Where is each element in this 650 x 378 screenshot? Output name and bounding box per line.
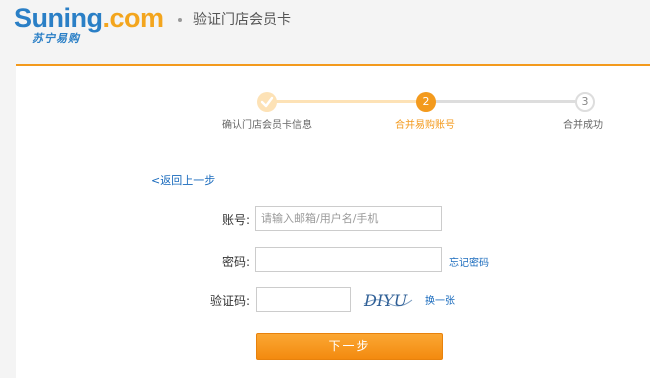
progress-line-completed xyxy=(267,100,425,103)
step-1-check-icon xyxy=(257,92,277,112)
captcha-text: DIYU xyxy=(363,291,408,310)
logo-com: .com xyxy=(102,3,164,33)
step-2-label: 合并易购账号 xyxy=(395,120,455,131)
back-link[interactable]: <返回上一步 xyxy=(151,172,215,188)
logo-main: Suning xyxy=(14,3,103,33)
progress-line-pending xyxy=(425,100,585,103)
account-input[interactable] xyxy=(255,206,442,231)
captcha-input[interactable] xyxy=(256,287,351,312)
suning-logo[interactable]: Suning.com 苏宁易购 xyxy=(14,3,184,45)
account-label: 账号: xyxy=(221,213,250,227)
logo-subtitle: 苏宁易购 xyxy=(32,32,80,45)
captcha-label: 验证码: xyxy=(209,294,250,308)
step-3-label: 合并成功 xyxy=(563,120,603,131)
page-title: 验证门店会员卡 xyxy=(193,12,291,28)
step-3-number: 3 xyxy=(575,92,595,112)
password-label: 密码: xyxy=(221,255,250,269)
captcha-image[interactable]: DIYU xyxy=(362,288,414,312)
step-1-label: 确认门店会员卡信息 xyxy=(222,120,312,131)
password-input[interactable] xyxy=(255,247,442,272)
captcha-refresh-link[interactable]: 换一张 xyxy=(425,292,455,307)
step-2-number: 2 xyxy=(416,92,436,112)
next-step-button[interactable]: 下一步 xyxy=(256,333,443,360)
page-header: Suning.com 苏宁易购 验证门店会员卡 xyxy=(0,0,650,64)
forgot-password-link[interactable]: 忘记密码 xyxy=(449,254,489,269)
header-separator-dot xyxy=(178,18,182,22)
